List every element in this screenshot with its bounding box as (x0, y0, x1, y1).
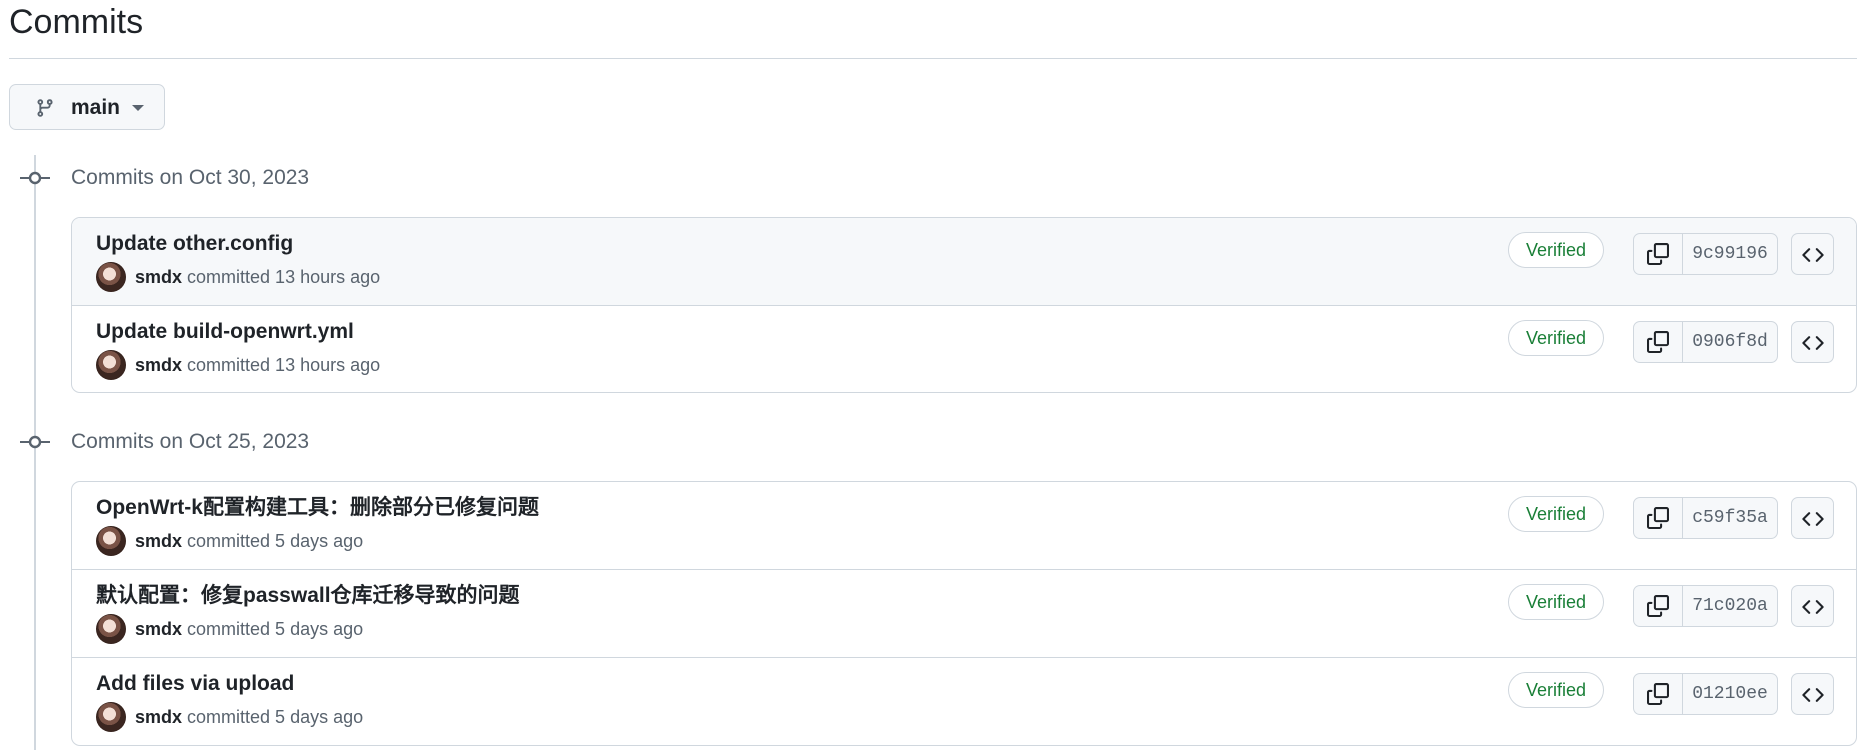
commit-row: Update build-openwrt.yml smdx committed … (72, 305, 1856, 392)
commit-time: committed 13 hours ago (187, 266, 381, 287)
verified-badge[interactable]: Verified (1508, 496, 1604, 532)
copy-icon (1647, 683, 1669, 705)
git-commit-icon (20, 435, 50, 449)
commit-row: Add files via upload smdx committed 5 da… (72, 657, 1856, 745)
commit-meta: smdx committed 5 days ago (96, 614, 363, 644)
author-avatar[interactable] (96, 350, 126, 380)
commit-time: committed 5 days ago (187, 618, 364, 639)
commit-meta: smdx committed 5 days ago (96, 702, 363, 732)
page-title: Commits (9, 3, 144, 41)
commit-sha-group: 71c020a (1633, 585, 1778, 627)
verified-badge[interactable]: Verified (1508, 672, 1604, 708)
verified-badge[interactable]: Verified (1508, 232, 1604, 268)
commit-time: committed 5 days ago (187, 706, 364, 727)
browse-repo-button[interactable] (1791, 233, 1834, 275)
commit-title-link[interactable]: Update other.config (96, 231, 293, 257)
author-avatar[interactable] (96, 526, 126, 556)
commit-sha-group: c59f35a (1633, 497, 1778, 539)
verified-badge[interactable]: Verified (1508, 584, 1604, 620)
commit-time: committed 13 hours ago (187, 354, 381, 375)
chevron-down-icon (132, 105, 144, 111)
copy-sha-button[interactable] (1634, 234, 1683, 274)
commit-group-date: Commits on Oct 30, 2023 (71, 166, 310, 189)
copy-sha-button[interactable] (1634, 322, 1683, 362)
commit-sha-link[interactable]: 0906f8d (1683, 322, 1777, 362)
git-commit-icon (20, 171, 50, 185)
code-icon (1802, 512, 1824, 526)
branch-selector-button[interactable]: main (9, 84, 165, 130)
commit-meta: smdx committed 13 hours ago (96, 262, 380, 292)
commit-row: Update other.config smdx committed 13 ho… (72, 218, 1856, 305)
commit-title-link[interactable]: Update build-openwrt.yml (96, 319, 354, 345)
verified-badge[interactable]: Verified (1508, 320, 1604, 356)
copy-sha-button[interactable] (1634, 674, 1683, 714)
title-divider (9, 58, 1857, 59)
git-branch-icon (37, 99, 53, 117)
commit-group-date: Commits on Oct 25, 2023 (71, 430, 310, 453)
commit-sha-link[interactable]: 9c99196 (1683, 234, 1777, 274)
author-avatar[interactable] (96, 614, 126, 644)
commit-sha-link[interactable]: c59f35a (1683, 498, 1777, 538)
commit-title-link[interactable]: 默认配置：修复passwall仓库迁移导致的问题 (96, 583, 520, 609)
author-link[interactable]: smdx (135, 267, 182, 288)
code-icon (1802, 248, 1824, 262)
copy-icon (1647, 243, 1669, 265)
copy-icon (1647, 595, 1669, 617)
branch-name: main (71, 96, 121, 119)
author-link[interactable]: smdx (135, 707, 182, 728)
commit-sha-group: 0906f8d (1633, 321, 1778, 363)
code-icon (1802, 336, 1824, 350)
author-avatar[interactable] (96, 702, 126, 732)
commit-time: committed 5 days ago (187, 530, 364, 551)
copy-sha-button[interactable] (1634, 586, 1683, 626)
commit-meta: smdx committed 5 days ago (96, 526, 363, 556)
author-link[interactable]: smdx (135, 355, 182, 376)
author-avatar[interactable] (96, 262, 126, 292)
code-icon (1802, 600, 1824, 614)
commit-row: 默认配置：修复passwall仓库迁移导致的问题 smdx committed … (72, 569, 1856, 657)
commit-sha-group: 01210ee (1633, 673, 1778, 715)
browse-repo-button[interactable] (1791, 321, 1834, 363)
commit-list: Update other.config smdx committed 13 ho… (71, 217, 1857, 393)
commit-title-link[interactable]: Add files via upload (96, 671, 294, 697)
author-link[interactable]: smdx (135, 531, 182, 552)
copy-icon (1647, 331, 1669, 353)
copy-icon (1647, 507, 1669, 529)
copy-sha-button[interactable] (1634, 498, 1683, 538)
commit-sha-link[interactable]: 01210ee (1683, 674, 1777, 714)
commit-row: OpenWrt-k配置构建工具：删除部分已修复问题 smdx committed… (72, 482, 1856, 569)
browse-repo-button[interactable] (1791, 497, 1834, 539)
commits-page: Commits main Commits on Oct 30, 2023 Upd… (0, 0, 1869, 750)
commit-meta: smdx committed 13 hours ago (96, 350, 380, 380)
browse-repo-button[interactable] (1791, 585, 1834, 627)
code-icon (1802, 688, 1824, 702)
commit-sha-link[interactable]: 71c020a (1683, 586, 1777, 626)
commit-sha-group: 9c99196 (1633, 233, 1778, 275)
commit-title-link[interactable]: OpenWrt-k配置构建工具：删除部分已修复问题 (96, 495, 539, 521)
commit-list: OpenWrt-k配置构建工具：删除部分已修复问题 smdx committed… (71, 481, 1857, 746)
browse-repo-button[interactable] (1791, 673, 1834, 715)
author-link[interactable]: smdx (135, 619, 182, 640)
